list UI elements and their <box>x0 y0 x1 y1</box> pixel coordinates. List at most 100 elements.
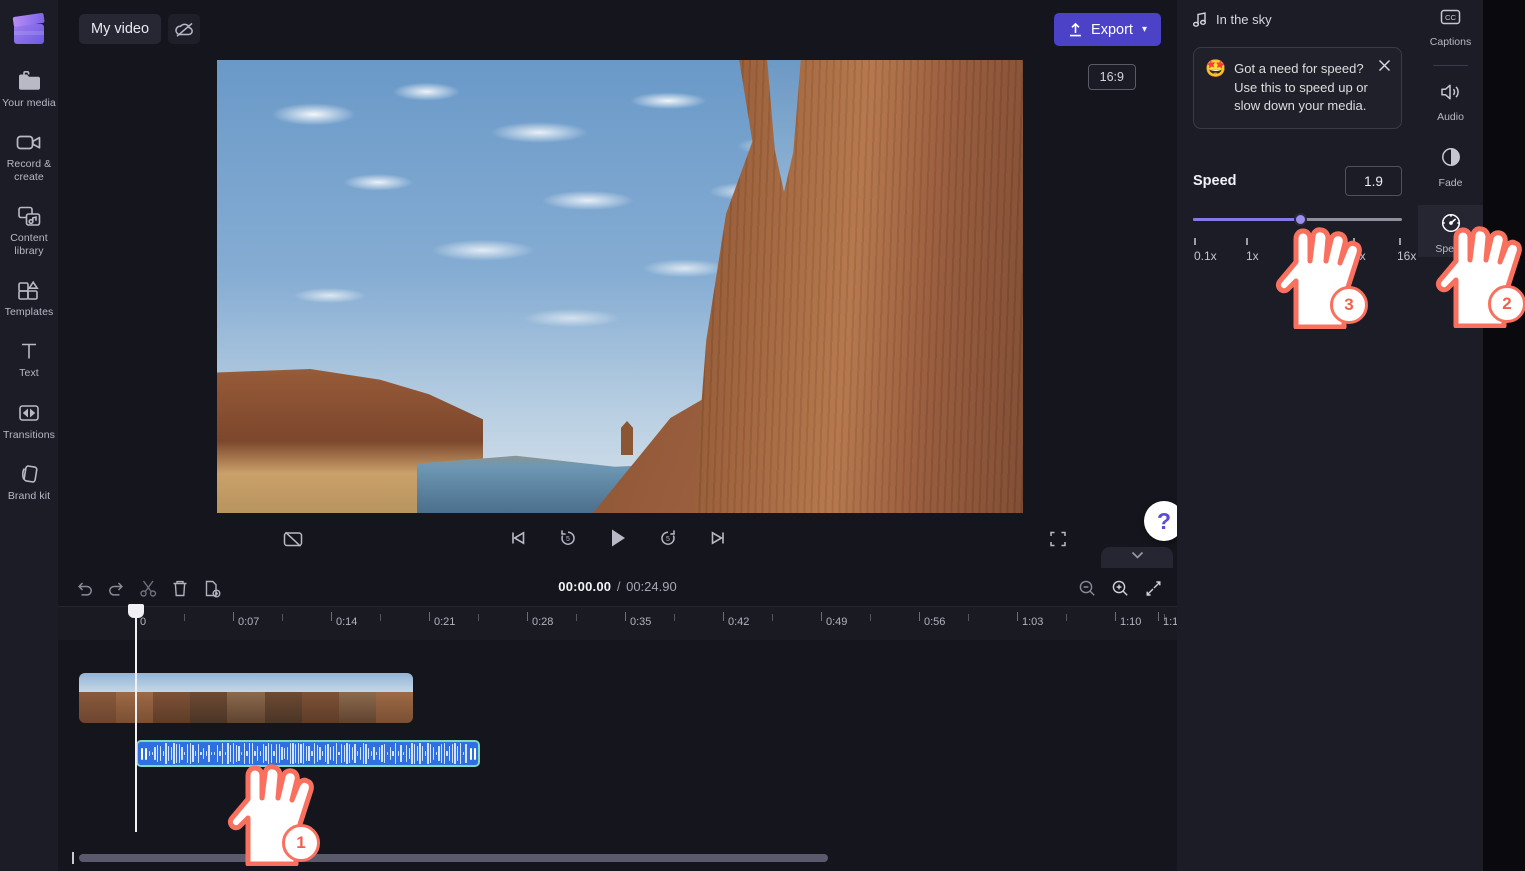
clip-thumbnail <box>190 673 228 723</box>
speed-control-row: Speed <box>1193 166 1402 196</box>
forward-5-button[interactable]: 5 <box>654 524 682 552</box>
ruler-tick-label: 0:07 <box>238 616 260 628</box>
project-name-label: My video <box>91 21 150 37</box>
svg-text:5: 5 <box>566 536 570 543</box>
media-library-icon <box>16 203 42 229</box>
time-separator: / <box>616 579 621 594</box>
ruler-tick-label: 0:14 <box>336 616 358 628</box>
zoom-out-icon <box>1079 580 1095 596</box>
speed-slider-ticks: 0.1x 1x 4x 16x <box>1193 238 1416 268</box>
chevron-down-icon: ▾ <box>1141 24 1147 35</box>
clip-thumbnail <box>375 673 413 723</box>
timeline-scrollbar[interactable] <box>58 852 1177 864</box>
cloud-off-icon <box>174 22 193 37</box>
sidebar-item-brand-kit[interactable]: Brand kit <box>0 461 58 502</box>
slider-thumb[interactable] <box>1293 213 1307 226</box>
properties-header: In the sky <box>1193 12 1272 27</box>
rewind-5s-icon: 5 <box>560 530 575 545</box>
play-icon <box>611 529 625 547</box>
sidebar-item-transitions[interactable]: Transitions <box>0 400 58 441</box>
transitions-icon <box>16 400 42 426</box>
project-name-button[interactable]: My video <box>79 14 162 44</box>
audio-clip-left-handle[interactable] <box>138 742 149 765</box>
svg-text:5: 5 <box>666 536 670 543</box>
properties-panel: In the sky 🤩 Got a need for speed? Use t… <box>1177 0 1418 871</box>
logo-strip <box>14 31 44 35</box>
sidebar-item-your-media[interactable]: Your media <box>0 68 58 109</box>
sidebar-item-text[interactable]: Text <box>0 338 58 379</box>
play-button[interactable] <box>604 524 632 552</box>
speed-value-input[interactable] <box>1345 166 1402 196</box>
ruler-tick-label: 0:49 <box>826 616 848 628</box>
star-struck-emoji-icon: 🤩 <box>1205 59 1227 78</box>
sidebar-item-content-library[interactable]: Content library <box>0 203 58 257</box>
right-tool-rail: CC Captions Audio Fade Speed <box>1418 0 1483 871</box>
speedometer-icon <box>1440 212 1462 239</box>
export-label: Export <box>1091 21 1133 38</box>
audio-clip[interactable] <box>136 740 480 767</box>
video-clip[interactable] <box>79 673 413 723</box>
export-button[interactable]: Export ▾ <box>1054 13 1161 46</box>
rail-item-label: Audio <box>1437 111 1464 123</box>
folder-icon <box>16 68 42 94</box>
editor-main: My video Export ▾ 16:9 ? 5 5 00:00.00 / … <box>58 0 1184 871</box>
preview-area: 16:9 ? <box>58 58 1184 573</box>
skip-to-start-icon <box>511 531 524 545</box>
rail-item-speed[interactable]: Speed <box>1418 212 1483 255</box>
rail-divider <box>1433 65 1468 66</box>
callout-close-button[interactable] <box>1375 56 1393 74</box>
audio-clip-right-handle[interactable] <box>467 742 478 765</box>
sidebar-item-label: Your media <box>2 97 56 109</box>
closed-captions-icon: CC <box>1439 8 1462 32</box>
aspect-ratio-button[interactable]: 16:9 <box>1087 64 1136 90</box>
timeline-tracks <box>58 640 1177 871</box>
close-x-icon <box>1378 59 1390 71</box>
fit-to-screen-icon <box>1146 580 1160 596</box>
zoom-in-button[interactable] <box>1108 576 1132 600</box>
rail-item-fade[interactable]: Fade <box>1418 146 1483 189</box>
rail-item-label: Speed <box>1435 243 1466 255</box>
transport-controls: 5 5 <box>58 524 1177 552</box>
fullscreen-button[interactable] <box>1045 526 1071 552</box>
slider-fill <box>1193 218 1300 221</box>
ruler-tick-label: 0:56 <box>924 616 946 628</box>
fit-to-screen-button[interactable] <box>1141 576 1165 600</box>
clipchamp-editor: Your media Record & create Content libra… <box>0 0 1525 871</box>
video-preview[interactable] <box>217 60 1023 513</box>
zoom-out-button[interactable] <box>1075 576 1099 600</box>
rail-item-captions[interactable]: CC Captions <box>1418 8 1483 48</box>
ruler-tick-label: 0:28 <box>532 616 554 628</box>
templates-grid-icon <box>16 277 42 303</box>
callout-text: Got a need for speed? Use this to speed … <box>1234 61 1368 114</box>
sidebar-item-label: Brand kit <box>7 490 51 502</box>
sidebar-item-record-create[interactable]: Record & create <box>0 129 58 183</box>
cloud-sync-off-button[interactable] <box>168 14 200 44</box>
sidebar-item-templates[interactable]: Templates <box>0 277 58 318</box>
timeline-scrollbar-thumb[interactable] <box>79 854 828 862</box>
rewind-5-button[interactable]: 5 <box>554 524 582 552</box>
player-controls: 5 5 <box>58 519 1177 559</box>
clip-thumbnail <box>264 673 302 723</box>
timeline-toolbar: 00:00.00 / 00:24.90 <box>58 568 1177 607</box>
current-time: 00:00.00 <box>558 579 612 594</box>
aspect-ratio-label: 16:9 <box>1099 70 1124 84</box>
clipchamp-logo[interactable] <box>12 12 46 48</box>
sidebar-item-label: Transitions <box>2 428 56 441</box>
slider-tick-label: 0.1x <box>1194 249 1217 263</box>
clip-thumbnail <box>338 673 376 723</box>
music-note-icon <box>1193 12 1206 27</box>
speed-slider[interactable] <box>1193 213 1402 226</box>
rail-item-audio[interactable]: Audio <box>1418 82 1483 123</box>
skip-to-end-button[interactable] <box>704 524 732 552</box>
left-sidebar: Your media Record & create Content libra… <box>0 0 58 871</box>
speed-label: Speed <box>1193 173 1237 189</box>
skip-to-start-button[interactable] <box>504 524 532 552</box>
ruler-tick-label: 1:03 <box>1022 616 1044 628</box>
top-toolbar: My video Export ▾ <box>58 0 1177 58</box>
clip-thumbnail <box>301 673 339 723</box>
playhead-handle[interactable] <box>128 604 144 618</box>
timeline-ruler[interactable]: 0 0:07 0:14 0:21 0:28 0:35 0:42 0:49 0:5… <box>58 607 1184 640</box>
time-readout: 00:00.00 / 00:24.90 <box>58 579 1177 594</box>
svg-text:CC: CC <box>1445 13 1456 22</box>
playhead[interactable] <box>135 607 137 832</box>
